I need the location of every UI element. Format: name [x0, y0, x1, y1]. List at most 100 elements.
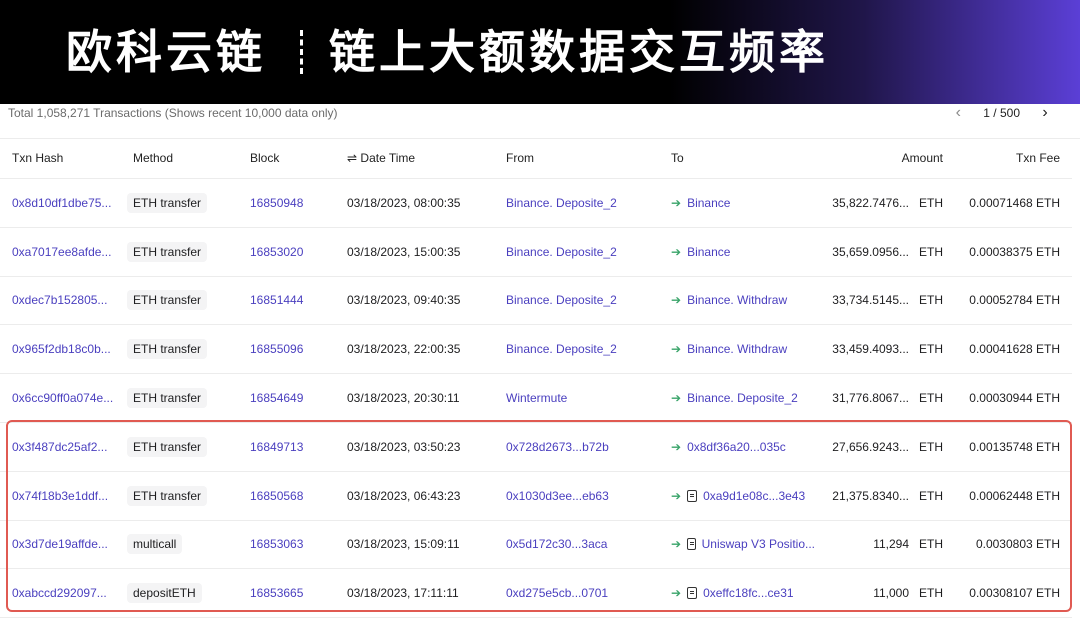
from-address-link[interactable]: 0x5d172c30...3aca	[506, 537, 607, 551]
block-link[interactable]: 16851444	[250, 293, 303, 307]
txn-hash-link[interactable]: 0xdec7b152805...	[12, 293, 107, 307]
col-header-txn-hash: Txn Hash	[0, 138, 121, 179]
date-time-value: 03/18/2023, 20:30:11	[347, 391, 460, 406]
block-link[interactable]: 16853020	[250, 245, 303, 259]
txn-hash-link[interactable]: 0x3f487dc25af2...	[12, 440, 107, 454]
from-address-link[interactable]: Binance. Deposite_2	[506, 196, 617, 210]
to-address-link[interactable]: Binance. Withdraw	[687, 293, 787, 307]
col-header-date-time[interactable]: ⇌ Date Time	[335, 138, 494, 179]
amount-value: 31,776.8067...	[832, 391, 909, 406]
date-time-value: 03/18/2023, 03:50:23	[347, 439, 461, 454]
col-header-method: Method	[121, 138, 238, 179]
txn-fee-value: 0.00041628 ETH	[969, 342, 1060, 357]
transactions-table: Txn Hash Method Block ⇌ Date Time From T…	[0, 138, 1072, 619]
table-row: 0x965f2db18c0b... ETH transfer 16855096 03/…	[0, 324, 1072, 375]
txn-fee-value: 0.00062448 ETH	[969, 488, 1060, 503]
banner-divider	[300, 30, 303, 74]
method-badge: depositETH	[127, 583, 202, 604]
txn-fee-value: 0.0030803 ETH	[975, 537, 1060, 552]
contract-icon	[687, 538, 696, 551]
arrow-right-icon: ➔	[671, 586, 682, 601]
table-header-row: Txn Hash Method Block ⇌ Date Time From T…	[0, 138, 1072, 179]
table-row: 0xdec7b152805... ETH transfer 16851444 03/1…	[0, 276, 1072, 326]
from-address-link[interactable]: Binance. Deposite_2	[506, 342, 617, 356]
from-address-link[interactable]: 0xd275e5cb...0701	[506, 586, 608, 600]
to-address-link[interactable]: 0xeffc18fc...ce31	[703, 586, 794, 600]
method-badge: ETH transfer	[127, 388, 208, 409]
amount-value: 33,459.4093...	[832, 342, 909, 357]
block-link[interactable]: 16853063	[250, 537, 303, 551]
arrow-right-icon: ➔	[671, 195, 682, 210]
method-badge: multicall	[127, 534, 183, 555]
txn-hash-link[interactable]: 0x965f2db18c0b...	[12, 342, 111, 356]
date-time-value: 03/18/2023, 09:40:35	[347, 293, 461, 308]
from-address-link[interactable]: 0x728d2673...b72b	[506, 440, 609, 454]
amount-unit: ETH	[919, 244, 943, 259]
txn-hash-link[interactable]: 0xa7017ee8afde...	[12, 245, 111, 259]
from-address-link[interactable]: 0x1030d3ee...eb63	[506, 489, 609, 503]
summary-bar: Total 1,058,271 Transactions (Shows rece…	[0, 104, 1080, 139]
block-link[interactable]: 16850568	[250, 489, 303, 503]
table-row: 0x6cc90ff0a074e... ETH transfer 16854649 03…	[0, 373, 1072, 423]
col-header-date-time-label: Date Time	[360, 151, 416, 165]
pagination: ‹ 1 / 500 ›	[947, 104, 1056, 122]
txn-hash-link[interactable]: 0x8d10df1dbe75...	[12, 196, 111, 210]
from-address-link[interactable]: Binance. Deposite_2	[506, 293, 617, 307]
block-link[interactable]: 16853665	[250, 586, 303, 600]
block-link[interactable]: 16855096	[250, 342, 303, 356]
amount-value: 11,294	[873, 537, 909, 552]
page-indicator: 1 / 500	[983, 106, 1020, 120]
to-address-link[interactable]: Uniswap V3 Positio...	[702, 537, 815, 551]
to-address-link[interactable]: 0xa9d1e08c...3e43	[703, 489, 805, 503]
col-header-block: Block	[238, 138, 335, 179]
txn-fee-value: 0.00052784 ETH	[969, 293, 1060, 308]
arrow-right-icon: ➔	[671, 342, 682, 357]
txn-hash-link[interactable]: 0xabccd292097...	[12, 586, 107, 600]
txn-hash-link[interactable]: 0x6cc90ff0a074e...	[12, 391, 113, 405]
from-address-link[interactable]: Binance. Deposite_2	[506, 245, 617, 259]
amount-unit: ETH	[919, 537, 943, 552]
txn-hash-link[interactable]: 0x74f18b3e1ddf...	[12, 489, 108, 503]
amount-value: 33,734.5145...	[832, 293, 909, 308]
method-badge: ETH transfer	[127, 339, 208, 360]
date-time-value: 03/18/2023, 17:11:11	[347, 586, 459, 601]
amount-unit: ETH	[919, 391, 943, 406]
arrow-right-icon: ➔	[671, 439, 682, 454]
to-address-link[interactable]: 0x8df36a20...035c	[687, 440, 786, 454]
header-banner: 欧科云链 链上大额数据交互频率	[0, 0, 1080, 104]
chevron-left-icon[interactable]: ‹	[947, 104, 969, 122]
table-row: 0xabccd292097... depositETH 16853665 03/18/…	[0, 568, 1072, 619]
block-link[interactable]: 16849713	[250, 440, 303, 454]
txn-hash-link[interactable]: 0x3d7de19affde...	[12, 537, 108, 551]
to-address-link[interactable]: Binance. Withdraw	[687, 342, 787, 356]
block-link[interactable]: 16854649	[250, 391, 303, 405]
to-address-link[interactable]: Binance. Deposite_2	[687, 391, 798, 405]
banner-title: 链上大额数据交互频率	[329, 25, 829, 79]
to-address-link[interactable]: Binance	[687, 196, 730, 210]
arrow-right-icon: ➔	[671, 537, 682, 552]
from-address-link[interactable]: Wintermute	[506, 391, 567, 405]
swap-icon[interactable]: ⇌	[347, 151, 357, 165]
amount-value: 35,822.7476...	[832, 195, 909, 210]
date-time-value: 03/18/2023, 08:00:35	[347, 195, 461, 210]
col-header-amount: Amount	[815, 138, 955, 179]
method-badge: ETH transfer	[127, 290, 208, 311]
chevron-right-icon[interactable]: ›	[1034, 104, 1056, 122]
date-time-value: 03/18/2023, 22:00:35	[347, 342, 461, 357]
amount-unit: ETH	[919, 342, 943, 357]
table-row: 0xa7017ee8afde... ETH transfer 16853020 03/…	[0, 227, 1072, 277]
method-badge: ETH transfer	[127, 192, 208, 213]
date-time-value: 03/18/2023, 06:43:23	[347, 488, 461, 503]
txn-fee-value: 0.00038375 ETH	[969, 244, 1060, 259]
amount-unit: ETH	[919, 293, 943, 308]
amount-unit: ETH	[919, 488, 943, 503]
amount-value: 35,659.0956...	[832, 244, 909, 259]
txn-fee-value: 0.00071468 ETH	[969, 195, 1060, 210]
contract-icon	[687, 587, 698, 600]
method-badge: ETH transfer	[127, 485, 208, 506]
amount-value: 11,000	[873, 586, 909, 601]
block-link[interactable]: 16850948	[250, 196, 303, 210]
to-address-link[interactable]: Binance	[687, 245, 730, 259]
arrow-right-icon: ➔	[671, 293, 682, 308]
table-row: 0x8d10df1dbe75... ETH transfer 16850948 03/…	[0, 178, 1072, 228]
